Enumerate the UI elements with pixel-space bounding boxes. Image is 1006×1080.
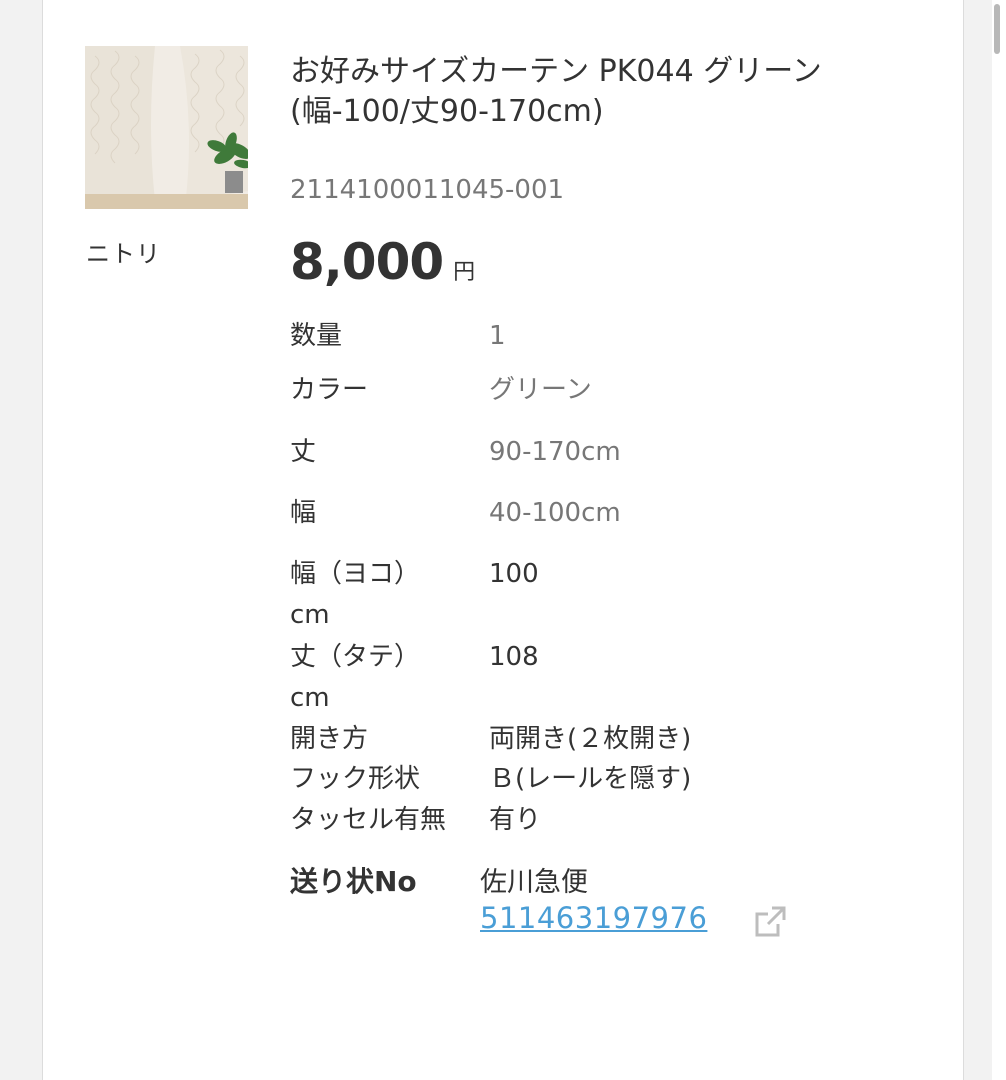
- product-title[interactable]: お好みサイズカーテン PK044 グリーン(幅-100/丈90-170cm): [290, 52, 930, 132]
- spec-label: 開き方: [290, 724, 369, 754]
- spec-value: 100: [489, 559, 539, 589]
- spec-label: カラー: [290, 375, 369, 405]
- external-link-icon[interactable]: [752, 904, 788, 940]
- spec-value: 40-100cm: [489, 498, 621, 528]
- scrollbar-thumb[interactable]: [994, 4, 1000, 54]
- spec-label: 丈: [290, 437, 317, 467]
- shipping-label: 送り状No: [290, 865, 417, 898]
- spec-label: 幅（ヨコ）cm: [290, 559, 421, 630]
- spec-value: グリーン: [489, 375, 592, 405]
- curtain-image: [85, 46, 248, 209]
- shipping-carrier: 佐川急便: [480, 867, 588, 898]
- spec-value: 有り: [489, 805, 542, 835]
- spec-label: 数量: [290, 321, 343, 351]
- price: 8,000 円: [290, 233, 475, 291]
- scrollbar[interactable]: [992, 0, 1006, 1080]
- spec-value: 1: [489, 321, 506, 351]
- product-code: 2114100011045-001: [290, 175, 565, 205]
- brand-name: ニトリ: [86, 240, 161, 268]
- tracking-number-link[interactable]: 511463197976: [480, 901, 707, 935]
- spec-value: 両開き(２枚開き): [489, 724, 692, 754]
- product-thumbnail[interactable]: [85, 46, 248, 209]
- spec-label: タッセル有無: [290, 805, 447, 835]
- price-value: 8,000: [290, 233, 444, 291]
- price-unit: 円: [453, 260, 476, 285]
- spec-value: 108: [489, 642, 539, 672]
- spec-value: Ｂ(レールを隠す): [489, 764, 692, 794]
- spec-value: 90-170cm: [489, 437, 621, 467]
- spec-label: フック形状: [290, 764, 421, 794]
- spec-label: 幅: [290, 498, 317, 528]
- spec-label: 丈（タテ）cm: [290, 642, 421, 713]
